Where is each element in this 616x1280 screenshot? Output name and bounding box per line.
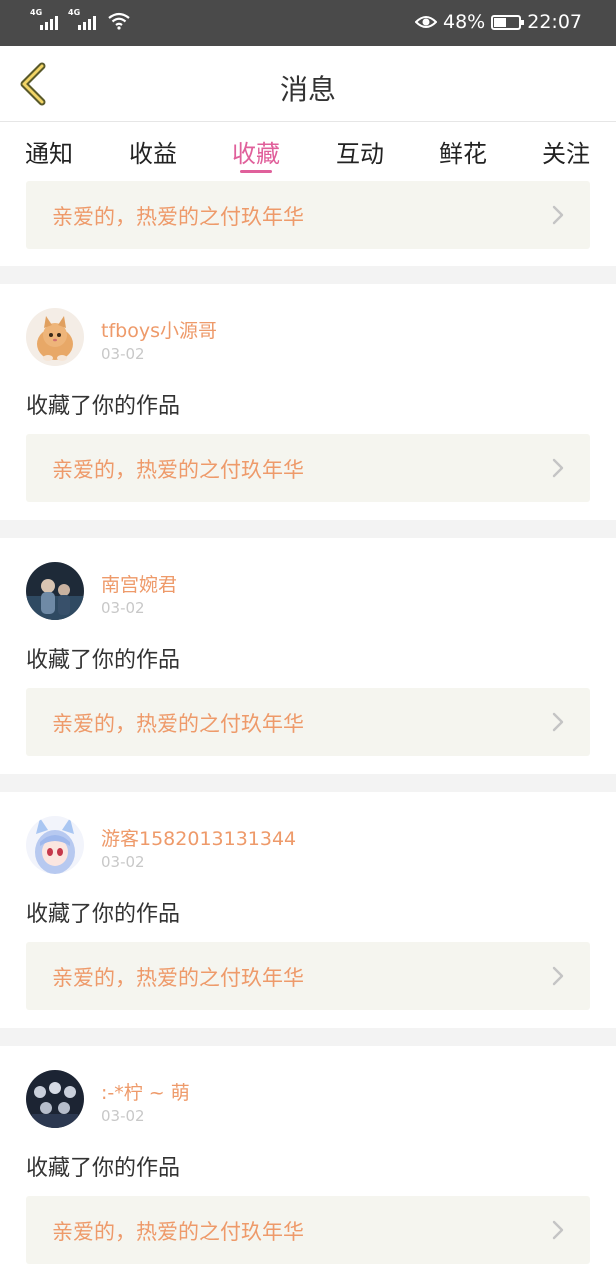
network-type-label: 4G [30, 8, 43, 17]
section-divider [0, 1028, 616, 1046]
status-right: 48% 22:07 [415, 11, 582, 33]
list-item: 游客1582013131344 03-02 收藏了你的作品 亲爱的，热爱的之付玖… [0, 792, 616, 1028]
network-type-label: 4G [68, 8, 81, 17]
battery-level [494, 17, 507, 27]
tab-flowers[interactable]: 鲜花 [423, 134, 503, 169]
activity-text: 收藏了你的作品 [26, 902, 181, 927]
chevron-right-icon [552, 458, 564, 478]
network-indicators: 4G 4G [30, 8, 130, 30]
work-link-card[interactable]: 亲爱的，热爱的之付玖年华 [26, 942, 590, 1010]
username[interactable]: tfboys小源哥 [101, 316, 217, 343]
timestamp: 03-02 [101, 345, 145, 363]
username[interactable]: 南宫婉君 [101, 570, 177, 597]
work-title: 亲爱的，热爱的之付玖年华 [52, 458, 304, 482]
active-tab-indicator [240, 170, 272, 173]
section-divider [0, 266, 616, 284]
avatar[interactable] [26, 1070, 84, 1128]
tab-earnings[interactable]: 收益 [113, 134, 193, 169]
activity-text: 收藏了你的作品 [26, 648, 181, 673]
chevron-right-icon [552, 1220, 564, 1240]
list-item: 南宫婉君 03-02 收藏了你的作品 亲爱的，热爱的之付玖年华 [0, 538, 616, 774]
work-title: 亲爱的，热爱的之付玖年华 [52, 966, 304, 990]
header: 消息 [0, 46, 616, 122]
username[interactable]: :-*柠 ~ 萌 [101, 1078, 190, 1105]
signal-icon: 4G [30, 8, 58, 30]
avatar[interactable] [26, 562, 84, 620]
tab-notifications[interactable]: 通知 [9, 134, 89, 169]
section-divider [0, 520, 616, 538]
timestamp: 03-02 [101, 1107, 145, 1125]
chevron-right-icon [552, 205, 564, 225]
work-link-card[interactable]: 亲爱的，热爱的之付玖年华 [26, 434, 590, 502]
chevron-right-icon [552, 966, 564, 986]
work-link-card[interactable]: 亲爱的，热爱的之付玖年华 [26, 181, 590, 249]
work-title: 亲爱的，热爱的之付玖年华 [52, 1220, 304, 1244]
tab-follow[interactable]: 关注 [526, 134, 606, 169]
work-link-card[interactable]: 亲爱的，热爱的之付玖年华 [26, 688, 590, 756]
chevron-right-icon [552, 712, 564, 732]
activity-text: 收藏了你的作品 [26, 1156, 181, 1181]
tab-interactions[interactable]: 互动 [320, 134, 400, 169]
activity-text: 收藏了你的作品 [26, 394, 181, 419]
username[interactable]: 游客1582013131344 [101, 824, 296, 851]
clock: 22:07 [527, 11, 582, 33]
avatar[interactable] [26, 308, 84, 366]
list-item: tfboys小源哥 03-02 收藏了你的作品 亲爱的，热爱的之付玖年华 [0, 284, 616, 520]
status-bar: 4G 4G 48% 22:07 [0, 0, 616, 46]
signal-icon: 4G [68, 8, 100, 30]
eye-icon [415, 16, 437, 28]
tab-favorites[interactable]: 收藏 [216, 134, 296, 169]
work-link-card[interactable]: 亲爱的，热爱的之付玖年华 [26, 1196, 590, 1264]
work-title: 亲爱的，热爱的之付玖年华 [52, 205, 304, 229]
list-item: :-*柠 ~ 萌 03-02 收藏了你的作品 亲爱的，热爱的之付玖年华 [0, 1046, 616, 1280]
timestamp: 03-02 [101, 853, 145, 871]
page-title: 消息 [279, 73, 336, 106]
battery-icon [491, 14, 525, 30]
tab-bar: 通知 收益 收藏 互动 鲜花 关注 [0, 122, 616, 180]
avatar[interactable] [26, 816, 84, 874]
section-divider [0, 774, 616, 792]
wifi-icon [108, 12, 130, 30]
timestamp: 03-02 [101, 599, 145, 617]
work-title: 亲爱的，热爱的之付玖年华 [52, 712, 304, 736]
battery-percent: 48% [443, 11, 486, 33]
